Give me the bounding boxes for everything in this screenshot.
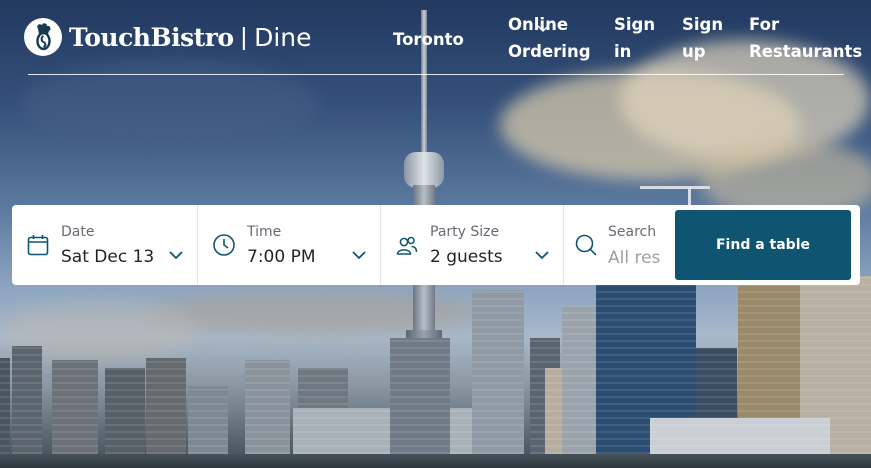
nav-sign-up[interactable]: Sign up <box>682 11 723 65</box>
nav-for-restaurants[interactable]: For Restaurants <box>749 11 862 65</box>
chevron-down-icon <box>352 251 366 260</box>
people-icon <box>396 236 418 255</box>
nav-sign-in[interactable]: Sign in <box>614 11 655 65</box>
date-picker[interactable]: Date Sat Dec 13 <box>12 205 197 285</box>
harbour-water <box>0 454 871 468</box>
brand-home-link[interactable]: TouchBistro | Dine <box>24 18 312 56</box>
nav-online-ordering[interactable]: Online Ordering <box>508 11 591 65</box>
party-size-value: 2 guests <box>430 247 503 267</box>
date-label: Date <box>61 224 95 240</box>
party-size-picker[interactable]: Party Size 2 guests <box>380 205 563 285</box>
time-picker[interactable]: Time 7:00 PM <box>197 205 380 285</box>
clock-icon <box>213 234 235 256</box>
restaurant-search-field: Search <box>563 205 671 285</box>
date-value: Sat Dec 13 <box>61 247 155 267</box>
brand-separator: | <box>240 22 248 51</box>
brand-product: Dine <box>254 22 312 52</box>
chevron-down-icon <box>169 251 183 260</box>
chevron-down-icon <box>537 25 549 32</box>
time-value: 7:00 PM <box>247 247 316 267</box>
brand-name: TouchBistro <box>69 22 234 52</box>
search-label: Search <box>608 224 657 240</box>
chevron-down-icon <box>535 251 549 260</box>
calendar-icon <box>27 235 49 256</box>
construction-crane <box>640 186 710 189</box>
header-divider <box>28 74 844 75</box>
nav-city-selector[interactable]: Toronto <box>393 26 464 53</box>
reservation-search-bar: Date Sat Dec 13 Time 7:00 PM Party Size … <box>12 205 860 285</box>
search-input[interactable] <box>608 246 668 270</box>
chef-logo-icon <box>24 18 62 56</box>
site-header: TouchBistro | Dine Toronto Online Orderi… <box>0 0 871 76</box>
party-size-label: Party Size <box>430 224 500 240</box>
find-a-table-button[interactable]: Find a table <box>675 210 851 280</box>
time-label: Time <box>247 224 282 240</box>
search-icon <box>575 234 597 256</box>
